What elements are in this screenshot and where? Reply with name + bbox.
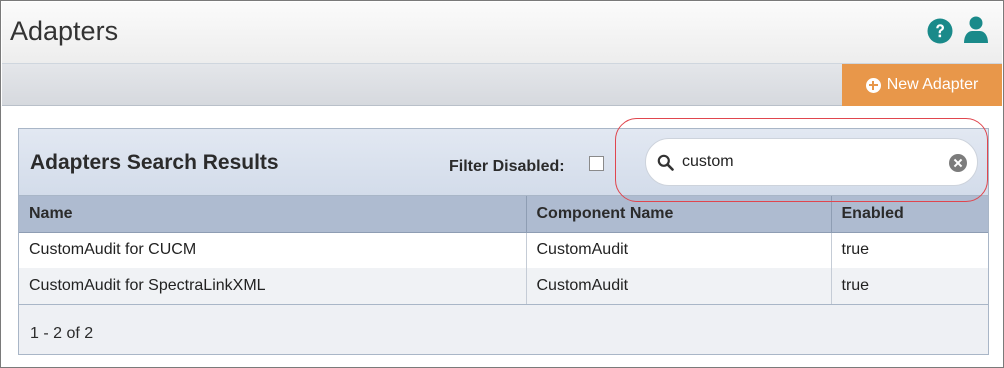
toolbar: New Adapter bbox=[2, 64, 1002, 106]
cell-component-name: CustomAudit bbox=[526, 232, 832, 268]
app-frame: Adapters New Adapter Adapters Search Res… bbox=[0, 0, 1004, 368]
pager-info: 1 - 2 of 2 bbox=[30, 325, 94, 342]
panel-title: Adapters Search Results bbox=[30, 151, 279, 174]
user-icon[interactable] bbox=[963, 16, 989, 44]
cell-name: CustomAudit for SpectraLinkXML bbox=[19, 268, 527, 305]
search-icon bbox=[657, 154, 674, 171]
page-title: Adapters bbox=[10, 16, 119, 46]
app-header: Adapters bbox=[2, 2, 1002, 64]
help-icon[interactable] bbox=[927, 18, 953, 44]
cell-enabled: true bbox=[831, 268, 988, 305]
search-input[interactable] bbox=[682, 149, 932, 175]
table-row[interactable]: CustomAudit for SpectraLinkXML CustomAud… bbox=[19, 268, 988, 305]
results-panel: Adapters Search Results Filter Disabled: bbox=[18, 128, 989, 355]
filter-disabled-label: Filter Disabled: bbox=[449, 158, 565, 175]
panel-header: Adapters Search Results Filter Disabled: bbox=[19, 129, 988, 196]
column-header-name[interactable]: Name bbox=[19, 196, 527, 233]
table-row[interactable]: CustomAudit for CUCM CustomAudit true bbox=[19, 232, 988, 268]
column-header-enabled[interactable]: Enabled bbox=[831, 196, 988, 233]
clear-search-icon[interactable] bbox=[949, 154, 967, 172]
search-box bbox=[645, 138, 978, 186]
cell-component-name: CustomAudit bbox=[526, 268, 832, 305]
cell-name: CustomAudit for CUCM bbox=[19, 232, 527, 268]
new-adapter-label: New Adapter bbox=[886, 76, 979, 93]
filter-disabled-checkbox[interactable] bbox=[589, 156, 604, 171]
cell-enabled: true bbox=[831, 232, 988, 268]
column-header-component-name[interactable]: Component Name bbox=[526, 196, 832, 233]
new-adapter-button[interactable]: New Adapter bbox=[842, 64, 1002, 106]
results-table: Name Component Name Enabled CustomAudit … bbox=[19, 196, 988, 305]
plus-circle-icon bbox=[865, 77, 881, 93]
table-header-row: Name Component Name Enabled bbox=[19, 196, 988, 233]
